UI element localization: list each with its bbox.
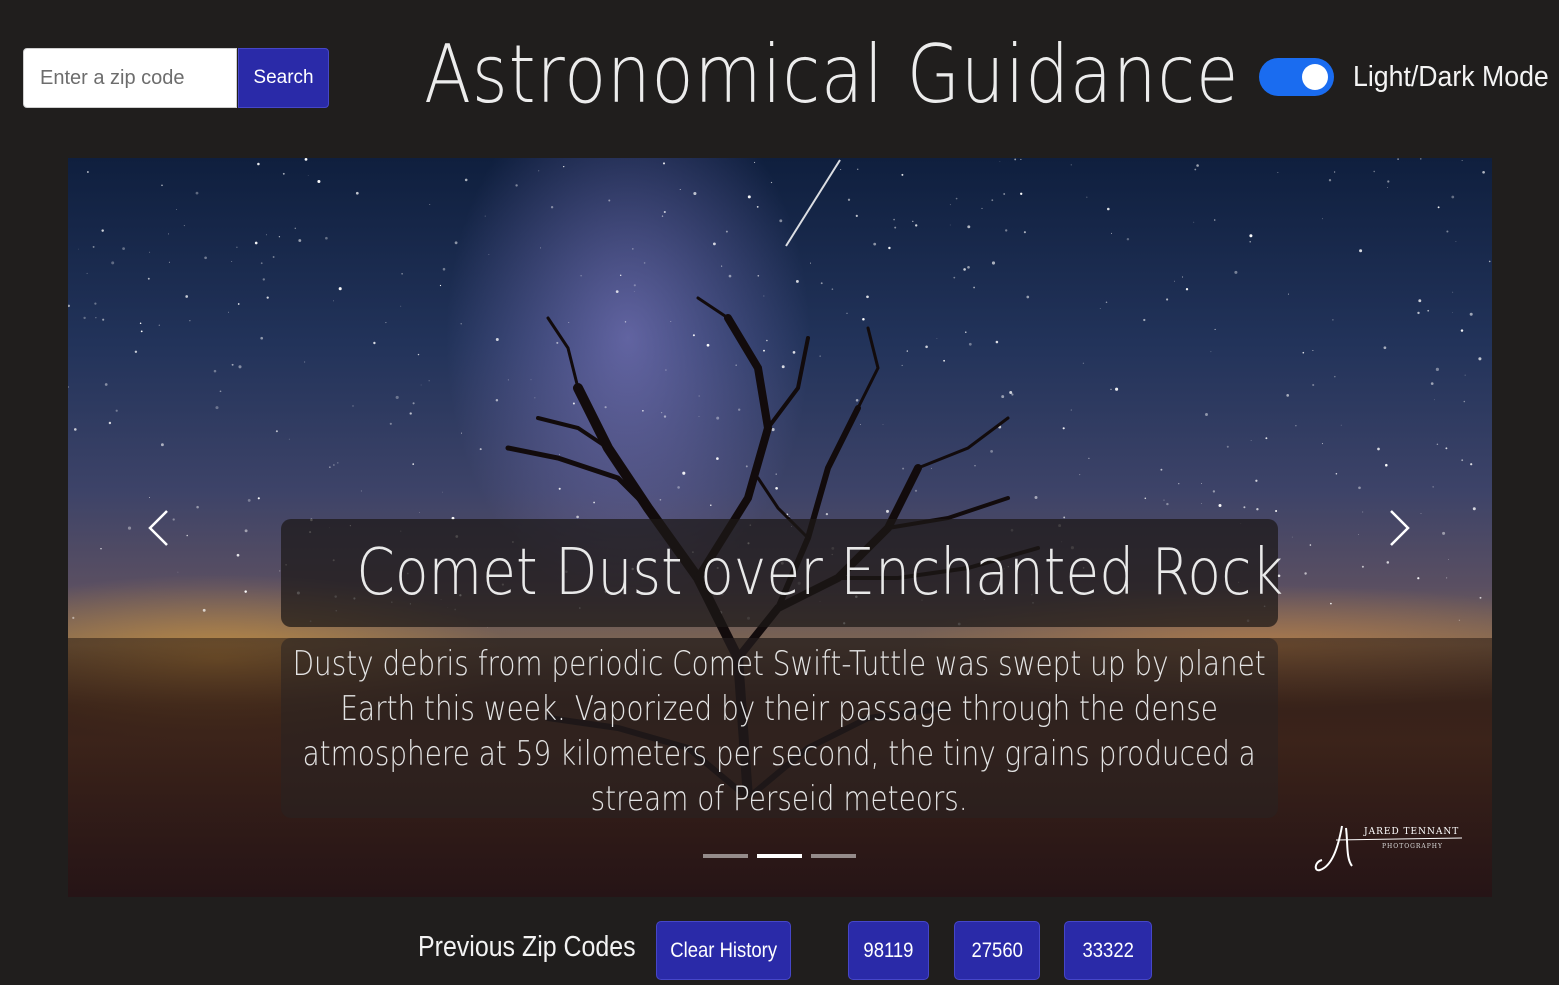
slide-description-text: Dusty debris from periodic Comet Swift-T… [292, 644, 1267, 818]
carousel-prev-button[interactable] [134, 503, 184, 553]
toggle-label: Light/Dark Mode [1353, 60, 1549, 93]
chevron-left-icon [148, 510, 168, 546]
slide-title: Comet Dust over Enchanted Rock [281, 519, 1283, 627]
svg-text:PHOTOGRAPHY: PHOTOGRAPHY [1382, 843, 1443, 850]
carousel-indicator-active[interactable] [757, 854, 802, 858]
clear-history-button[interactable]: Clear History [656, 921, 791, 980]
zip-history-bar: Previous Zip Codes Clear History 98119 2… [0, 915, 1559, 985]
zip-history-button[interactable]: 33322 [1064, 921, 1152, 980]
apod-carousel: JARED TENNANT PHOTOGRAPHY Comet Dust ove… [68, 158, 1492, 897]
chevron-right-icon [1390, 510, 1410, 546]
zip-code-input[interactable] [23, 48, 237, 108]
previous-zip-codes-label: Previous Zip Codes [418, 931, 636, 963]
zip-history-label: 98119 [863, 938, 914, 962]
carousel-indicator[interactable] [811, 854, 856, 858]
carousel-indicators [703, 854, 865, 858]
zip-history-label: 33322 [1082, 938, 1134, 962]
slide-description: Dusty debris from periodic Comet Swift-T… [281, 638, 1278, 818]
zip-history-label: 27560 [971, 938, 1023, 962]
carousel-indicator[interactable] [703, 854, 748, 858]
zip-history-button[interactable]: 27560 [954, 921, 1040, 980]
light-dark-mode-toggle[interactable] [1259, 58, 1334, 96]
photographer-watermark-logo: JARED TENNANT PHOTOGRAPHY [1314, 825, 1463, 872]
page-header: Search Astronomical Guidance Light/Dark … [0, 0, 1559, 150]
slide-title-text: Comet Dust over Enchanted Rock [356, 536, 1284, 610]
toggle-knob [1302, 64, 1328, 90]
search-button[interactable]: Search [238, 48, 329, 108]
carousel-next-button[interactable] [1374, 503, 1424, 553]
svg-text:JARED TENNANT: JARED TENNANT [1363, 827, 1459, 837]
clear-history-label: Clear History [670, 938, 778, 962]
zip-search-form: Search [23, 48, 329, 108]
theme-toggle-group: Light/Dark Mode [1259, 58, 1559, 96]
page-title: Astronomical Guidance [424, 28, 1240, 121]
zip-history-button[interactable]: 98119 [848, 921, 929, 980]
meteor-streak [785, 159, 841, 247]
